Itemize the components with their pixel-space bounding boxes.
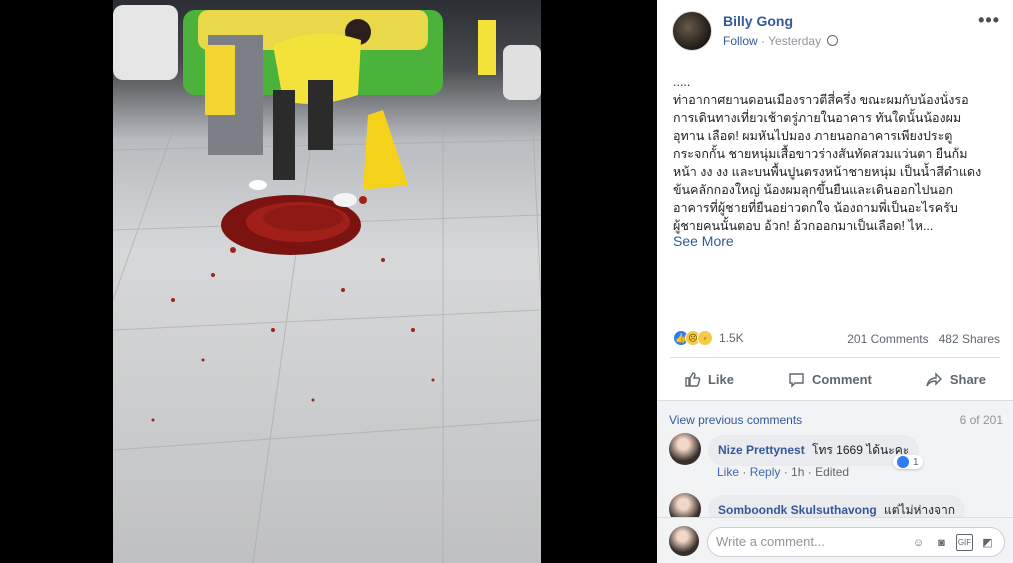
comment-label: Comment [811, 371, 872, 387]
reactions-summary[interactable]: 👍 ☹ ◦ 1.5K [673, 330, 744, 346]
wow-reaction-icon: ◦ [697, 330, 713, 346]
comment-text: โทร 1669 ได้นะคะ [812, 443, 910, 457]
view-previous-comments[interactable]: View previous comments [669, 413, 802, 427]
more-options-icon[interactable]: ••• [978, 10, 1000, 31]
composer-tools: ☺ ◙ GIF ◩ [910, 534, 996, 551]
commenter-avatar[interactable] [669, 493, 701, 517]
like-reaction-icon [897, 456, 909, 468]
post-counts: 201 Comments 482 Shares [847, 332, 1000, 346]
commenter-avatar[interactable] [669, 433, 701, 465]
post-sidebar: Billy Gong Follow · Yesterday ••• ..... … [657, 0, 1013, 563]
like-icon [685, 371, 701, 387]
comment-meta: Like · Reply · 1h · Edited [717, 465, 850, 479]
comment-button[interactable]: Comment [788, 371, 872, 388]
divider [670, 357, 1000, 358]
sticker-icon[interactable]: ◩ [979, 534, 996, 551]
follow-link[interactable]: Follow [723, 34, 758, 48]
comments-position: 6 of 201 [959, 413, 1003, 427]
comment-placeholder: Write a comment... [716, 534, 825, 549]
comment-like-link[interactable]: Like [717, 465, 739, 479]
photo-viewer: Billy Gong Follow · Yesterday ••• ..... … [0, 0, 1013, 563]
action-bar: Like Comment Share [657, 364, 1013, 394]
comment-edited[interactable]: Edited [815, 465, 849, 479]
share-icon [926, 371, 942, 386]
comments-section: View previous comments 6 of 201 Nize Pre… [657, 401, 1013, 517]
emoji-icon[interactable]: ☺ [910, 534, 927, 551]
author-name[interactable]: Billy Gong [723, 13, 793, 29]
like-label: Like [707, 371, 734, 387]
comment-composer: Write a comment... ☺ ◙ GIF ◩ [657, 517, 1013, 563]
comment-count[interactable]: 201 Comments [847, 332, 928, 346]
post-photo[interactable] [113, 0, 541, 563]
comment-time[interactable]: 1h [791, 465, 804, 479]
post-meta: Follow · Yesterday [723, 34, 839, 48]
like-button[interactable]: Like [684, 371, 734, 388]
share-count[interactable]: 482 Shares [939, 332, 1000, 346]
share-button[interactable]: Share [926, 371, 986, 388]
share-label: Share [949, 371, 986, 387]
comment-reaction-count: 1 [913, 456, 919, 468]
current-user-avatar [669, 526, 699, 556]
comment-text: แต่ไม่ห่างจาก [884, 503, 956, 517]
comment-bubble: Nize Prettynest โทร 1669 ได้นะคะ [708, 435, 920, 466]
post-text: ..... ท่าอากาศยานดอนเมืองราวตีสี่ครึ่ง ข… [673, 75, 982, 233]
post-time[interactable]: Yesterday [768, 34, 821, 48]
commenter-name[interactable]: Nize Prettynest [718, 443, 805, 457]
globe-icon [827, 35, 839, 46]
gif-icon[interactable]: GIF [956, 534, 973, 551]
author-avatar[interactable] [672, 11, 712, 51]
comment-bubble: Somboondk Skulsuthavong แต่ไม่ห่างจาก [708, 495, 966, 517]
comment-input[interactable]: Write a comment... ☺ ◙ GIF ◩ [707, 527, 1005, 557]
photo-illustration [113, 5, 541, 563]
comment-reply-link[interactable]: Reply [750, 465, 781, 479]
photo-stage [0, 0, 657, 563]
comment-reactions[interactable]: 1 [893, 455, 923, 469]
camera-icon[interactable]: ◙ [933, 534, 950, 551]
meta-separator: · [757, 34, 769, 48]
comment-icon [789, 372, 804, 388]
commenter-name[interactable]: Somboondk Skulsuthavong [718, 503, 877, 517]
reaction-count: 1.5K [719, 331, 744, 345]
see-more-link[interactable]: See More [673, 233, 734, 249]
